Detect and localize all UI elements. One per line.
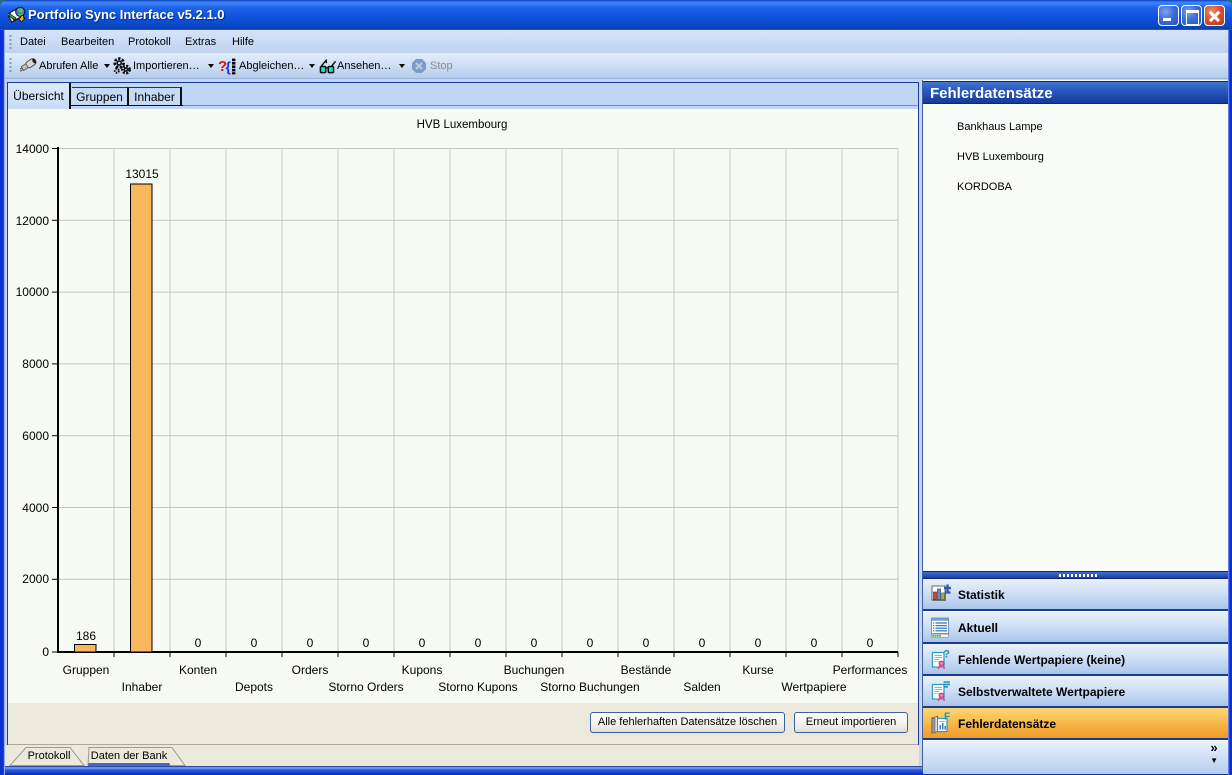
svg-text:Kurse: Kurse <box>742 663 774 677</box>
svg-text:0: 0 <box>755 636 762 650</box>
svg-text:Gruppen: Gruppen <box>63 663 110 677</box>
svg-text:0: 0 <box>363 636 370 650</box>
svg-text:4000: 4000 <box>22 501 49 515</box>
svg-text:0: 0 <box>531 636 538 650</box>
svg-text:0: 0 <box>475 636 482 650</box>
svg-text:8000: 8000 <box>22 357 49 371</box>
svg-text:0: 0 <box>587 636 594 650</box>
svg-text:Orders: Orders <box>292 663 329 677</box>
svg-text:Konten: Konten <box>179 663 217 677</box>
svg-text:Inhaber: Inhaber <box>122 680 163 694</box>
svg-text:Storno Orders: Storno Orders <box>328 680 403 694</box>
svg-text:0: 0 <box>811 636 818 650</box>
svg-text:?: ? <box>943 648 950 660</box>
svg-text:Kupons: Kupons <box>402 663 443 677</box>
svg-text:Buchungen: Buchungen <box>504 663 565 677</box>
svg-text:Bestände: Bestände <box>621 663 672 677</box>
svg-text:0: 0 <box>643 636 650 650</box>
svg-text:0: 0 <box>867 636 874 650</box>
svg-text:Depots: Depots <box>235 680 273 694</box>
svg-text:186: 186 <box>76 629 96 643</box>
svg-text:0: 0 <box>699 636 706 650</box>
svg-text:2000: 2000 <box>22 572 49 586</box>
svg-text:0: 0 <box>251 636 258 650</box>
svg-text:Storno Buchungen: Storno Buchungen <box>540 680 639 694</box>
svg-text:Wertpapiere: Wertpapiere <box>781 680 846 694</box>
svg-text:0: 0 <box>307 636 314 650</box>
svg-text:6000: 6000 <box>22 429 49 443</box>
svg-text:HVB Luxembourg: HVB Luxembourg <box>417 119 508 131</box>
svg-text:Storno Kupons: Storno Kupons <box>438 680 517 694</box>
svg-text:Salden: Salden <box>683 680 720 694</box>
svg-text:12000: 12000 <box>16 214 50 228</box>
svg-text:14000: 14000 <box>16 142 50 156</box>
svg-text:13015: 13015 <box>125 167 159 181</box>
svg-text:0: 0 <box>419 636 426 650</box>
svg-text:0: 0 <box>195 636 202 650</box>
svg-text:Performances: Performances <box>833 663 908 677</box>
svg-text:F: F <box>944 712 950 723</box>
svg-text:{: { <box>226 59 232 75</box>
svg-text:0: 0 <box>42 645 49 659</box>
svg-text:10000: 10000 <box>16 285 50 299</box>
